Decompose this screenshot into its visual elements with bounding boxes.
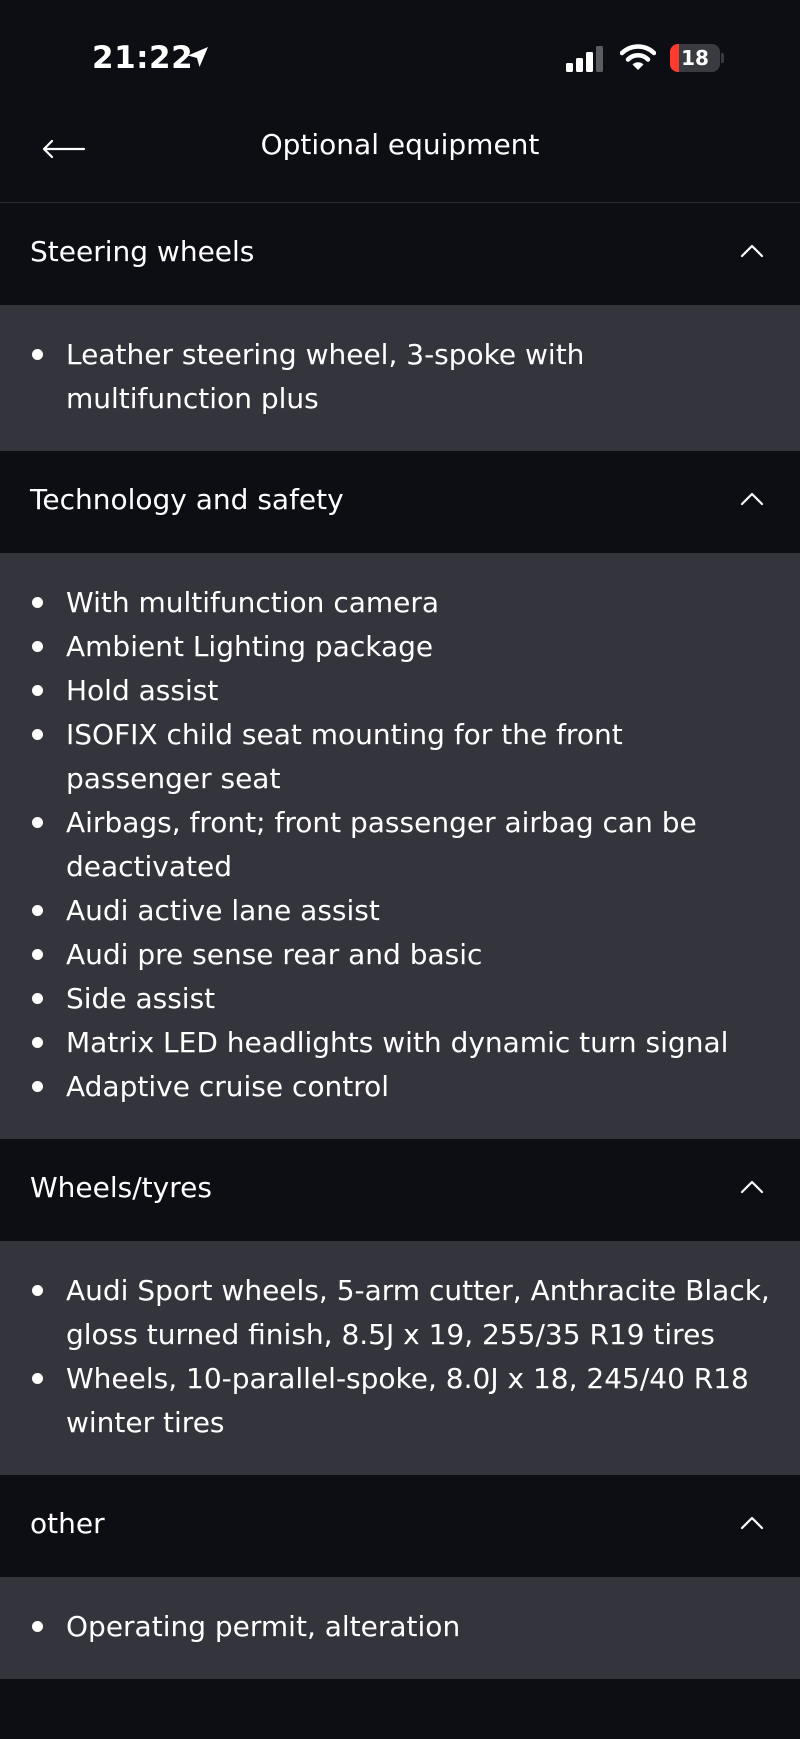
equipment-list: Steering wheels Leather steering wheel, 3… — [0, 203, 800, 1679]
list-item-text: Leather steering wheel, 3-spoke with mul… — [66, 338, 585, 415]
bullet-icon — [32, 1081, 43, 1092]
list-item-text: ISOFIX child seat mounting for the front… — [66, 718, 623, 795]
list-item: Hold assist — [30, 669, 770, 713]
list-item: Audi active lane assist — [30, 889, 770, 933]
cellular-signal-icon — [566, 46, 603, 72]
list-item-text: Adaptive cruise control — [66, 1070, 390, 1103]
section-title: Wheels/tyres — [30, 1171, 212, 1204]
bullet-icon — [32, 349, 43, 360]
list-item: ISOFIX child seat mounting for the front… — [30, 713, 770, 801]
list-item: Matrix LED headlights with dynamic turn … — [30, 1021, 770, 1065]
chevron-up-icon[interactable] — [740, 1179, 764, 1195]
list-item-text: Audi pre sense rear and basic — [66, 938, 483, 971]
section-title: Steering wheels — [30, 235, 255, 268]
bullet-icon — [32, 1621, 43, 1632]
bullet-icon — [32, 949, 43, 960]
bullet-icon — [32, 993, 43, 1004]
list-item: With multifunction camera — [30, 581, 770, 625]
section-title: Technology and safety — [30, 483, 344, 516]
navigation-bar: Optional equipment — [0, 100, 800, 203]
section-header[interactable]: Technology and safety — [0, 451, 800, 553]
section-body: Operating permit, alteration — [0, 1577, 800, 1679]
bullet-icon — [32, 729, 43, 740]
list-item-text: Ambient Lighting package — [66, 630, 434, 663]
section-body: With multifunction camera Ambient Lightin… — [0, 553, 800, 1139]
list-item: Adaptive cruise control — [30, 1065, 770, 1109]
list-item-text: With multifunction camera — [66, 586, 440, 619]
bullet-icon — [32, 1037, 43, 1048]
bullet-icon — [32, 1285, 43, 1296]
list-item: Operating permit, alteration — [30, 1605, 770, 1649]
battery-indicator: 18 — [670, 44, 724, 72]
list-item: Wheels, 10-parallel-spoke, 8.0J x 18, 24… — [30, 1357, 770, 1445]
list-item-text: Operating permit, alteration — [66, 1610, 461, 1643]
list-item-text: Wheels, 10-parallel-spoke, 8.0J x 18, 24… — [66, 1362, 749, 1439]
list-item: Audi pre sense rear and basic — [30, 933, 770, 977]
status-bar: 21:22 18 — [0, 0, 800, 116]
chevron-up-icon[interactable] — [740, 243, 764, 259]
battery-cap — [721, 53, 724, 63]
list-item: Leather steering wheel, 3-spoke with mul… — [30, 333, 770, 421]
page-title: Optional equipment — [260, 128, 540, 161]
list-item-text: Audi Sport wheels, 5-arm cutter, Anthrac… — [66, 1274, 770, 1351]
battery-body: 18 — [670, 44, 720, 72]
section-title: other — [30, 1507, 105, 1540]
status-time: 21:22 — [92, 40, 194, 76]
list-item-text: Audi active lane assist — [66, 894, 380, 927]
bullet-icon — [32, 817, 43, 828]
battery-level: 18 — [681, 46, 709, 70]
chevron-up-icon[interactable] — [740, 1515, 764, 1531]
section-header[interactable]: Steering wheels — [0, 203, 800, 305]
section-body: Audi Sport wheels, 5-arm cutter, Anthrac… — [0, 1241, 800, 1475]
list-item-text: Side assist — [66, 982, 216, 1015]
location-arrow-icon — [188, 47, 208, 67]
section-header[interactable]: other — [0, 1475, 800, 1577]
bullet-icon — [32, 685, 43, 696]
bullet-icon — [32, 597, 43, 608]
list-item: Airbags, front; front passenger airbag c… — [30, 801, 770, 889]
list-item-text: Hold assist — [66, 674, 219, 707]
list-item-text: Airbags, front; front passenger airbag c… — [66, 806, 697, 883]
bullet-icon — [32, 905, 43, 916]
list-item: Ambient Lighting package — [30, 625, 770, 669]
bullet-icon — [32, 641, 43, 652]
list-item: Audi Sport wheels, 5-arm cutter, Anthrac… — [30, 1269, 770, 1357]
chevron-up-icon[interactable] — [740, 491, 764, 507]
section-body: Leather steering wheel, 3-spoke with mul… — [0, 305, 800, 451]
list-item-text: Matrix LED headlights with dynamic turn … — [66, 1026, 729, 1059]
section-header[interactable]: Wheels/tyres — [0, 1139, 800, 1241]
bullet-icon — [32, 1373, 43, 1384]
list-item: Side assist — [30, 977, 770, 1021]
wifi-icon — [620, 44, 656, 70]
